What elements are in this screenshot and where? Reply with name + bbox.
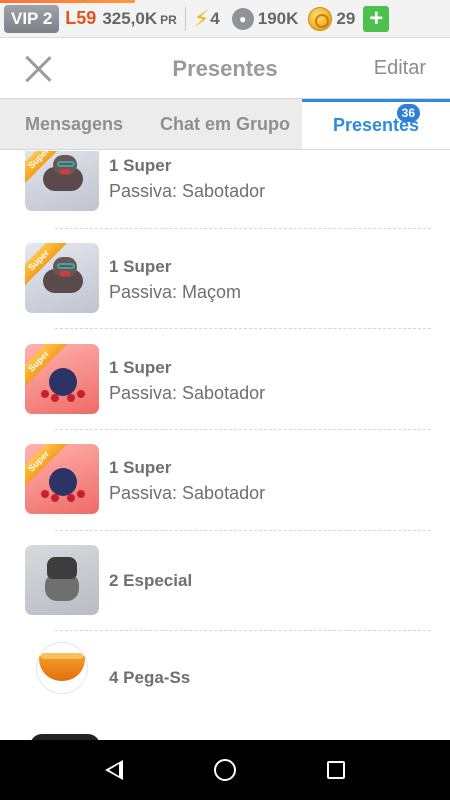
paw-icon: ●	[231, 7, 254, 30]
page-header: Presentes Editar	[0, 38, 450, 98]
bowl-icon	[36, 642, 88, 694]
power-rating: 325,0K PR	[102, 9, 177, 29]
energy-value: 4	[210, 8, 220, 28]
currency-bar: VIP 2 L59 325,0K PR ⚡ 4 ● 190K 29 +	[0, 0, 450, 38]
system-navigation-bar	[0, 740, 450, 800]
divider	[55, 429, 431, 430]
vip-badge[interactable]: VIP 2	[4, 4, 60, 33]
gift-title: 1 Super	[109, 257, 172, 276]
list-item[interactable]: 4 Pega-Ss	[0, 634, 450, 723]
power-rating-unit: PR	[160, 12, 177, 27]
divider	[55, 630, 431, 631]
unread-count-badge: 36	[396, 104, 420, 122]
gift-title: 1 Super	[109, 358, 172, 377]
list-item[interactable]: Super 1 Super Passiva: Sabotador	[0, 433, 450, 533]
gift-title: 1 Super	[109, 156, 172, 175]
gift-title: 1 Super	[109, 458, 172, 477]
coin-value: 29	[336, 8, 356, 28]
gift-title: 2 Especial	[109, 571, 193, 590]
divider	[55, 530, 431, 531]
recent-apps-icon[interactable]	[326, 761, 345, 779]
divider	[55, 328, 431, 329]
gift-subtitle: Passiva: Sabotador	[109, 483, 266, 503]
gift-list[interactable]: Super 1 Super Passiva: Sabotador Super 1…	[0, 151, 450, 723]
lightning-icon: ⚡	[193, 5, 210, 31]
gift-subtitle: Passiva: Sabotador	[109, 181, 266, 201]
paw-value: 190K	[257, 8, 299, 28]
coin-icon	[308, 6, 333, 31]
divider	[55, 228, 431, 229]
energy-counter[interactable]: ⚡ 4	[194, 6, 220, 32]
divider	[184, 6, 186, 31]
gift-thumbnail: Super	[25, 344, 99, 414]
paw-counter[interactable]: ● 190K	[231, 7, 299, 30]
gift-thumbnail: Super	[25, 151, 99, 211]
gift-subtitle: Passiva: Maçom	[109, 282, 242, 302]
back-icon[interactable]	[105, 760, 124, 780]
tab-messages[interactable]: Mensagens	[0, 99, 148, 149]
tab-bar: Mensagens Chat em Grupo Presentes 36	[0, 98, 450, 150]
list-item[interactable]: Super 1 Super Passiva: Sabotador	[0, 151, 450, 229]
gray-dog-icon	[43, 557, 81, 603]
gift-thumbnail: Super	[25, 444, 99, 514]
list-item[interactable]: Super 1 Super Passiva: Maçom	[0, 231, 450, 331]
list-item[interactable]: Super 1 Super Passiva: Sabotador	[0, 332, 450, 432]
gift-thumbnail	[25, 545, 99, 615]
gift-subtitle: Passiva: Sabotador	[109, 383, 266, 403]
edit-button[interactable]: Editar	[374, 57, 426, 80]
gift-thumbnail: Super	[25, 243, 99, 313]
list-item[interactable]: 2 Especial	[0, 534, 450, 634]
player-level: L59	[65, 8, 97, 28]
add-currency-button[interactable]: +	[363, 5, 390, 32]
power-rating-value: 325,0K	[102, 8, 158, 28]
home-icon[interactable]	[213, 759, 236, 781]
tab-gifts[interactable]: Presentes 36	[302, 99, 450, 149]
tab-group-chat[interactable]: Chat em Grupo	[148, 99, 302, 149]
gift-title: 4 Pega-Ss	[109, 668, 191, 687]
coin-counter[interactable]: 29	[308, 6, 356, 31]
